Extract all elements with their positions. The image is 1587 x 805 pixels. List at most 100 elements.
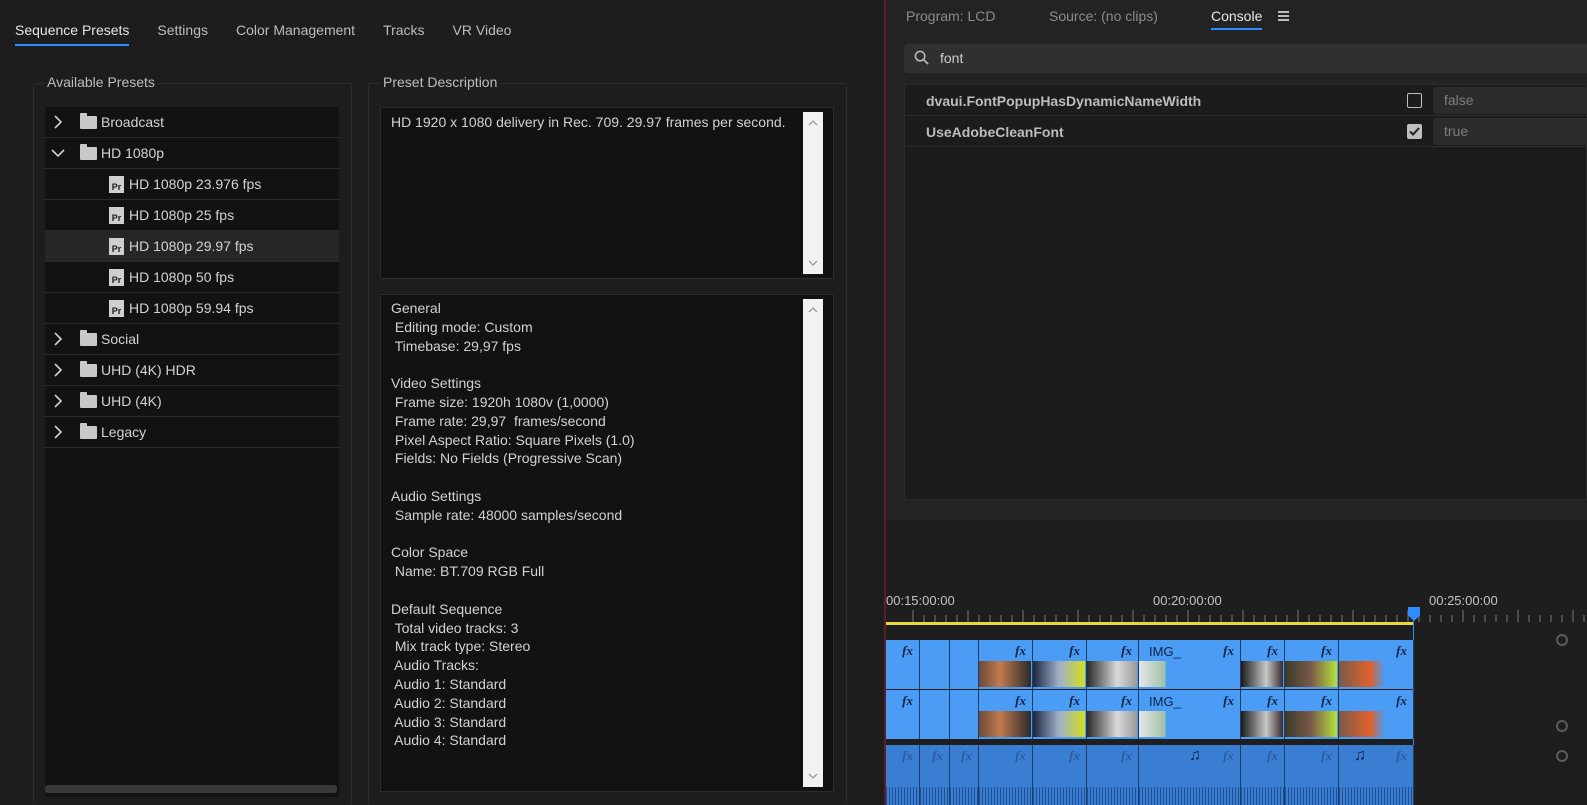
chevron-right-icon[interactable] (51, 394, 65, 408)
tab-sequence-presets[interactable]: Sequence Presets (15, 22, 130, 46)
chevron-right-icon[interactable] (51, 425, 65, 439)
tree-preset-row[interactable]: Pr HD 1080p 23.976 fps (45, 169, 339, 200)
fx-badge-icon: fx (1121, 693, 1132, 708)
tree-preset-row[interactable]: Pr HD 1080p 59.94 fps (45, 293, 339, 324)
tree-folder-row[interactable]: Broadcast (45, 107, 339, 138)
audio-clip[interactable]: fx (886, 745, 920, 805)
audio-clip[interactable]: fx (979, 745, 1033, 805)
tab-source-monitor[interactable]: Source: (no clips) (1049, 8, 1158, 24)
audio-clip[interactable]: fx (1241, 745, 1285, 805)
audio-clip[interactable]: ♫ fx (1139, 745, 1241, 805)
search-input[interactable] (940, 47, 1540, 69)
scroll-up-icon[interactable] (803, 303, 823, 317)
fx-badge-icon: fx (1396, 748, 1407, 763)
tab-tracks[interactable]: Tracks (383, 22, 424, 46)
property-value-field[interactable]: false (1433, 87, 1587, 114)
tree-folder-row[interactable]: UHD (4K) HDR (45, 355, 339, 386)
video-clip[interactable]: fx (1285, 640, 1339, 689)
video-clip[interactable]: fx (979, 690, 1033, 739)
property-value-field[interactable]: true (1433, 118, 1587, 145)
video-clip[interactable]: fx (1285, 690, 1339, 739)
details-scrollbar[interactable] (803, 299, 823, 787)
tree-folder-row[interactable]: Legacy (45, 417, 339, 448)
video-clip[interactable]: fx (1033, 690, 1087, 739)
video-clip[interactable]: fx (886, 690, 920, 739)
description-scrollbar[interactable] (803, 112, 823, 274)
preset-detail-line: Audio 4: Standard (391, 732, 507, 749)
video-clip[interactable] (920, 690, 950, 739)
preset-file-icon: Pr (109, 299, 124, 317)
clip-thumbnail (1285, 661, 1337, 687)
tree-item-label: UHD (4K) HDR (101, 362, 196, 378)
preset-detail-line: Pixel Aspect Ratio: Square Pixels (1.0) (391, 431, 635, 448)
work-area-bar[interactable] (886, 622, 1414, 625)
timeline-panel: 00:15:00:00 00:20:00:00 00:25:00:00 fx fx… (886, 520, 1587, 805)
property-checkbox[interactable] (1407, 93, 1422, 108)
chevron-right-icon[interactable] (51, 332, 65, 346)
tab-color-management[interactable]: Color Management (236, 22, 355, 46)
property-checkbox[interactable] (1407, 124, 1422, 139)
tab-program-monitor[interactable]: Program: LCD (906, 8, 995, 24)
fx-badge-icon: fx (1267, 748, 1278, 763)
scroll-down-icon[interactable] (803, 769, 823, 783)
tree-folder-row[interactable]: Social (45, 324, 339, 355)
timecode-label: 00:25:00:00 (1429, 593, 1498, 608)
preset-detail-line: Sample rate: 48000 samples/second (391, 506, 623, 523)
video-clip[interactable]: fx (886, 640, 920, 689)
tree-preset-row[interactable]: Pr HD 1080p 50 fps (45, 262, 339, 293)
chevron-down-icon[interactable] (51, 146, 65, 160)
video-clip[interactable]: fx (1339, 690, 1414, 739)
panel-menu-icon[interactable] (1278, 11, 1289, 23)
track-scroll-handle[interactable] (1556, 750, 1568, 762)
audio-waveform (1139, 787, 1240, 805)
search-box[interactable] (904, 44, 1587, 73)
preset-file-icon: Pr (109, 206, 124, 224)
fx-badge-icon: fx (902, 748, 913, 763)
video-clip[interactable]: fx (1033, 640, 1087, 689)
video-clip[interactable] (950, 640, 979, 689)
video-clip[interactable]: IMG_ fx (1139, 690, 1241, 739)
audio-clip[interactable]: fx (920, 745, 950, 805)
video-clip[interactable] (920, 640, 950, 689)
audio-clip[interactable]: ♫ fx (1339, 745, 1414, 805)
video-clip[interactable]: fx (979, 640, 1033, 689)
tab-console[interactable]: Console (1211, 8, 1263, 30)
track-scroll-handle[interactable] (1556, 720, 1568, 732)
tree-item-label: HD 1080p 59.94 fps (129, 300, 254, 316)
preset-description-title: Preset Description (380, 74, 501, 90)
audio-clip[interactable]: fx (1033, 745, 1087, 805)
video-clip[interactable] (950, 690, 979, 739)
track-scroll-handle[interactable] (1556, 634, 1568, 646)
timecode-label: 00:20:00:00 (1153, 593, 1222, 608)
video-clip[interactable]: fx (1087, 640, 1139, 689)
scroll-down-icon[interactable] (803, 256, 823, 270)
tree-preset-row[interactable]: Pr HD 1080p 25 fps (45, 200, 339, 231)
audio-waveform (1285, 787, 1338, 805)
clip-thumbnail (1339, 711, 1391, 737)
preset-description-text: HD 1920 x 1080 delivery in Rec. 709. 29.… (391, 114, 786, 130)
time-ruler[interactable] (886, 610, 1587, 622)
scroll-up-icon[interactable] (803, 116, 823, 130)
video-clip[interactable]: fx (1339, 640, 1414, 689)
audio-clip[interactable]: fx (950, 745, 979, 805)
video-clip[interactable]: fx (1241, 640, 1285, 689)
video-clip[interactable]: IMG_ fx (1139, 640, 1241, 689)
tree-folder-row[interactable]: HD 1080p (45, 138, 339, 169)
tree-preset-row[interactable]: Pr HD 1080p 29.97 fps (45, 231, 339, 262)
clip-thumbnail (979, 661, 1031, 687)
preset-detail-line: Name: BT.709 RGB Full (391, 563, 545, 580)
tab-settings[interactable]: Settings (157, 22, 208, 46)
chevron-right-icon[interactable] (51, 363, 65, 377)
video-clip[interactable]: fx (1087, 690, 1139, 739)
audio-waveform (1241, 787, 1284, 805)
fx-badge-icon: fx (1396, 693, 1407, 708)
tree-item-label: Social (101, 331, 140, 347)
tab-vr-video[interactable]: VR Video (453, 22, 512, 46)
tree-folder-row[interactable]: UHD (4K) (45, 386, 339, 417)
fx-badge-icon: fx (961, 748, 972, 763)
chevron-right-icon[interactable] (51, 115, 65, 129)
audio-clip[interactable]: fx (1087, 745, 1139, 805)
preset-tree-scrollbar[interactable] (45, 785, 337, 793)
audio-clip[interactable]: fx (1285, 745, 1339, 805)
video-clip[interactable]: fx (1241, 690, 1285, 739)
